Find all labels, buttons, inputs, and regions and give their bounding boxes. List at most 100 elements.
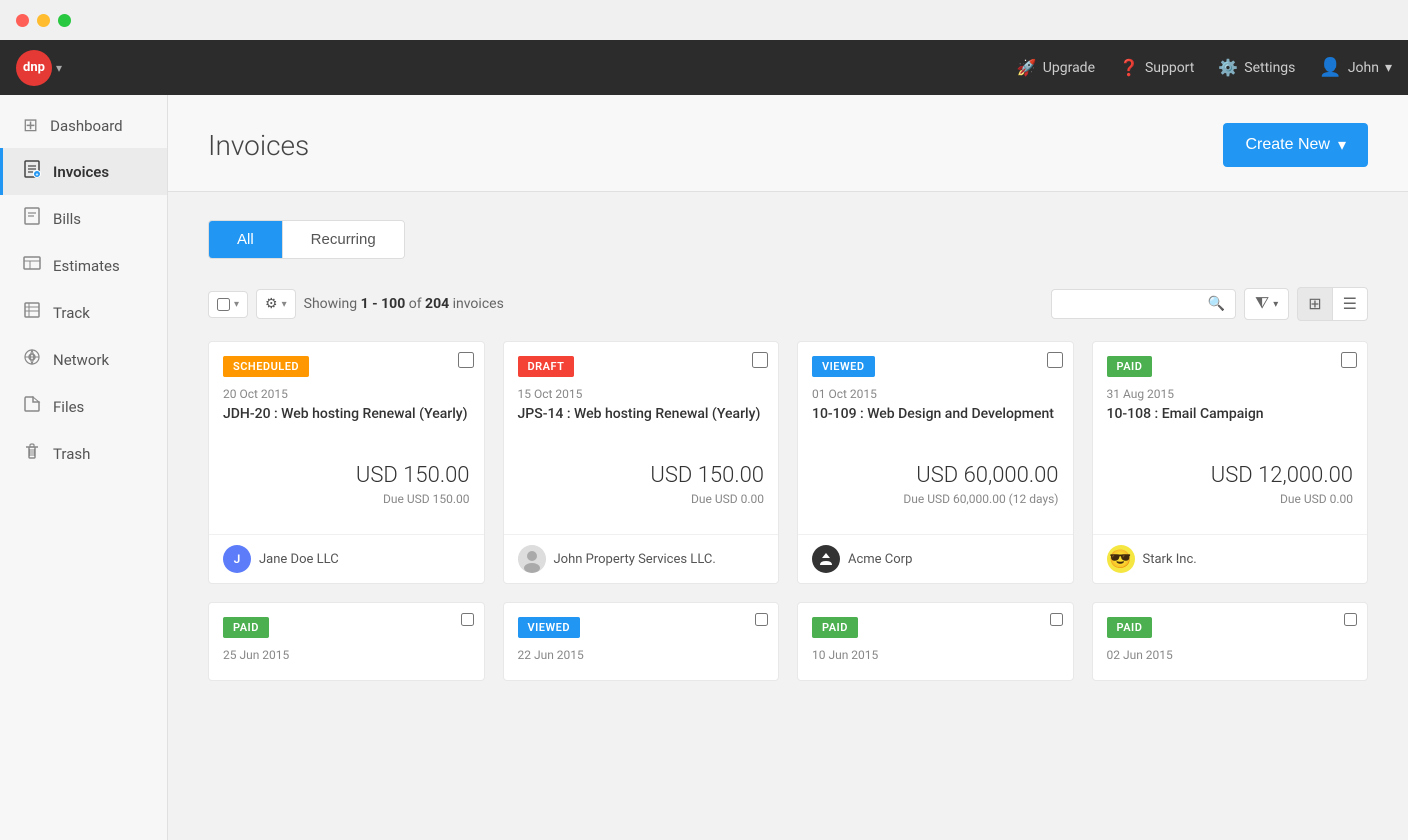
- card-amount-3: USD 60,000.00: [812, 463, 1059, 488]
- card-status-1: SCHEDULED: [223, 356, 309, 377]
- sidebar-item-trash[interactable]: Trash: [0, 430, 167, 477]
- card-date-6: 22 Jun 2015: [518, 648, 765, 662]
- invoices-grid-partial: PAID 25 Jun 2015 VIEWED 22 Jun 2015 PAID: [208, 602, 1368, 681]
- search-input[interactable]: [1062, 296, 1202, 312]
- toolbar: ▾ ⚙ ▾ Showing 1 - 100 of 204 invoices 🔍: [208, 287, 1368, 321]
- card-footer-1: J Jane Doe LLC: [209, 534, 484, 583]
- card-checkbox-2[interactable]: [752, 352, 768, 368]
- card-status-6: VIEWED: [518, 617, 581, 638]
- window-close-dot[interactable]: [16, 14, 29, 27]
- card-date-2: 15 Oct 2015: [518, 387, 765, 401]
- sidebar-item-estimates[interactable]: Estimates: [0, 242, 167, 289]
- card-checkbox-4[interactable]: [1341, 352, 1357, 368]
- invoice-card-8[interactable]: PAID 02 Jun 2015: [1092, 602, 1369, 681]
- page-title: Invoices: [208, 129, 309, 162]
- card-body-8: 02 Jun 2015: [1093, 638, 1368, 680]
- invoices-grid: SCHEDULED 20 Oct 2015 JDH-20 : Web hosti…: [208, 341, 1368, 584]
- list-view-button[interactable]: ☰: [1332, 287, 1368, 321]
- invoice-card-5[interactable]: PAID 25 Jun 2015: [208, 602, 485, 681]
- sidebar-item-label: Files: [53, 398, 84, 416]
- card-checkbox-8[interactable]: [1344, 613, 1357, 626]
- sidebar-item-invoices[interactable]: + Invoices: [0, 148, 167, 195]
- titlebar: [0, 0, 1408, 40]
- card-date-5: 25 Jun 2015: [223, 648, 470, 662]
- bulk-actions-dropdown[interactable]: ⚙ ▾: [256, 289, 296, 319]
- card-checkbox-6[interactable]: [755, 613, 768, 626]
- user-menu[interactable]: 👤 John ▾: [1319, 57, 1392, 78]
- sidebar-item-files[interactable]: Files: [0, 383, 167, 430]
- client-name-4: Stark Inc.: [1143, 552, 1197, 567]
- card-date-8: 02 Jun 2015: [1107, 648, 1354, 662]
- sidebar-item-label: Invoices: [53, 163, 109, 181]
- network-icon: [23, 348, 41, 371]
- card-checkbox-5[interactable]: [461, 613, 474, 626]
- card-body-7: 10 Jun 2015: [798, 638, 1073, 680]
- files-icon: [23, 395, 41, 418]
- card-date-4: 31 Aug 2015: [1107, 387, 1354, 401]
- card-footer-4: 😎 Stark Inc.: [1093, 534, 1368, 583]
- invoice-card-7[interactable]: PAID 10 Jun 2015: [797, 602, 1074, 681]
- sidebar-item-label: Network: [53, 351, 109, 369]
- card-amount-2: USD 150.00: [518, 463, 765, 488]
- sidebar-item-track[interactable]: Track: [0, 289, 167, 336]
- svg-text:+: +: [36, 172, 39, 178]
- estimates-icon: [23, 254, 41, 277]
- upgrade-button[interactable]: 🚀 Upgrade: [1017, 58, 1095, 77]
- bulk-actions-arrow[interactable]: ▾: [282, 299, 287, 310]
- gear-small-icon: ⚙: [265, 296, 278, 312]
- topnav-actions: 🚀 Upgrade ❓ Support ⚙️ Settings 👤 John ▾: [1017, 57, 1392, 78]
- window-maximize-dot[interactable]: [58, 14, 71, 27]
- card-body-3: 01 Oct 2015 10-109 : Web Design and Deve…: [798, 377, 1073, 534]
- sidebar: ⊞ Dashboard + Invoices: [0, 95, 168, 840]
- logo-dropdown-icon[interactable]: ▾: [56, 61, 62, 75]
- app-logo[interactable]: dnp: [16, 50, 52, 86]
- sidebar-item-bills[interactable]: Bills: [0, 195, 167, 242]
- tab-all[interactable]: All: [209, 221, 283, 258]
- invoice-card-1[interactable]: SCHEDULED 20 Oct 2015 JDH-20 : Web hosti…: [208, 341, 485, 584]
- checkbox-dropdown[interactable]: ▾: [208, 291, 248, 318]
- create-new-button[interactable]: Create New ▾: [1223, 123, 1368, 167]
- page-header: Invoices Create New ▾: [168, 95, 1408, 192]
- checkbox-dropdown-arrow[interactable]: ▾: [234, 299, 239, 310]
- card-checkbox-3[interactable]: [1047, 352, 1063, 368]
- filter-button[interactable]: ⧨ ▾: [1244, 288, 1289, 320]
- user-dropdown-icon: ▾: [1385, 60, 1392, 76]
- sidebar-item-network[interactable]: Network: [0, 336, 167, 383]
- search-box: 🔍: [1051, 289, 1236, 319]
- support-button[interactable]: ❓ Support: [1119, 58, 1194, 77]
- card-status-7: PAID: [812, 617, 858, 638]
- sidebar-item-dashboard[interactable]: ⊞ Dashboard: [0, 103, 167, 148]
- card-checkbox-7[interactable]: [1050, 613, 1063, 626]
- card-desc-1: JDH-20 : Web hosting Renewal (Yearly): [223, 405, 470, 445]
- invoice-card-4[interactable]: PAID 31 Aug 2015 10-108 : Email Campaign…: [1092, 341, 1369, 584]
- settings-label: Settings: [1244, 60, 1295, 76]
- invoice-card-6[interactable]: VIEWED 22 Jun 2015: [503, 602, 780, 681]
- tab-recurring[interactable]: Recurring: [283, 221, 404, 258]
- card-footer-3: Acme Corp: [798, 534, 1073, 583]
- search-icon[interactable]: 🔍: [1208, 296, 1225, 312]
- dashboard-icon: ⊞: [23, 115, 38, 136]
- invoice-tabs: All Recurring: [208, 220, 405, 259]
- card-date-3: 01 Oct 2015: [812, 387, 1059, 401]
- filter-dropdown-icon: ▾: [1273, 299, 1278, 310]
- window-minimize-dot[interactable]: [37, 14, 50, 27]
- card-amount-1: USD 150.00: [223, 463, 470, 488]
- question-icon: ❓: [1119, 58, 1139, 77]
- view-toggle: ⊞ ☰: [1297, 287, 1368, 321]
- bills-icon: [23, 207, 41, 230]
- create-new-label: Create New: [1245, 136, 1329, 154]
- invoices-icon: +: [23, 160, 41, 183]
- grid-view-button[interactable]: ⊞: [1297, 287, 1331, 321]
- user-avatar-icon: 👤: [1319, 57, 1341, 78]
- card-checkbox-1[interactable]: [458, 352, 474, 368]
- card-date-7: 10 Jun 2015: [812, 648, 1059, 662]
- client-avatar-2: [518, 545, 546, 573]
- invoice-card-2[interactable]: DRAFT 15 Oct 2015 JPS-14 : Web hosting R…: [503, 341, 780, 584]
- card-status-4: PAID: [1107, 356, 1153, 377]
- card-body-5: 25 Jun 2015: [209, 638, 484, 680]
- card-due-2: Due USD 0.00: [518, 492, 765, 506]
- client-name-1: Jane Doe LLC: [259, 552, 339, 567]
- invoice-card-3[interactable]: VIEWED 01 Oct 2015 10-109 : Web Design a…: [797, 341, 1074, 584]
- settings-button[interactable]: ⚙️ Settings: [1218, 58, 1295, 77]
- select-all-checkbox[interactable]: [217, 298, 230, 311]
